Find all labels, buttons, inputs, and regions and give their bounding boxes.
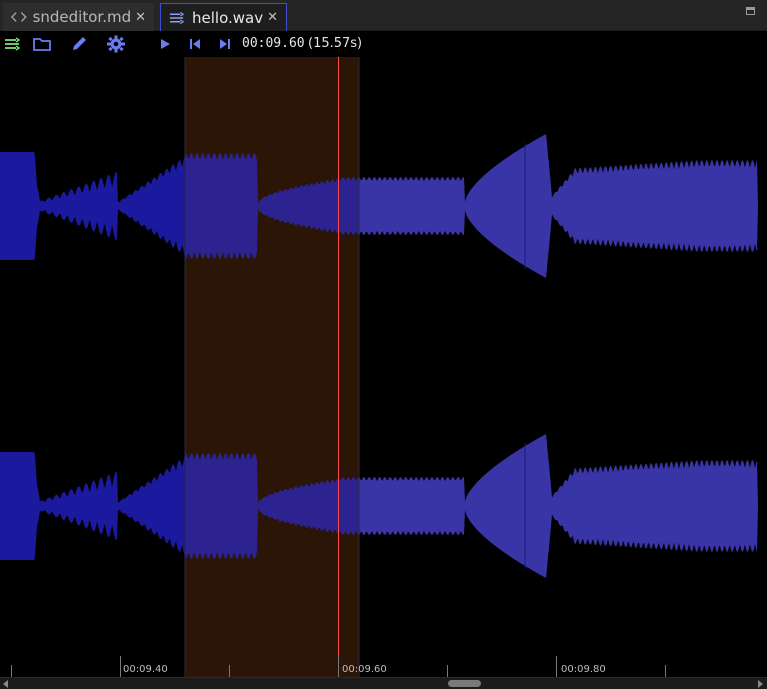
time-readout: 00:09.60	[242, 36, 305, 51]
waveform-segment	[359, 434, 760, 578]
sound-editor-window: sndeditor.md ✕ hello.wav ✕ 00:09.60 (15.…	[0, 0, 767, 689]
waveform-channel-left	[0, 134, 760, 278]
selection-region[interactable]	[185, 57, 359, 677]
audio-waves-icon	[169, 11, 185, 24]
maximize-icon[interactable]	[746, 7, 755, 15]
pencil-icon[interactable]	[69, 35, 89, 53]
ruler-label: 00:09.40	[123, 664, 168, 675]
waveform-area[interactable]	[0, 57, 767, 677]
horizontal-scrollbar[interactable]	[0, 677, 767, 689]
scrollbar-thumb[interactable]	[448, 680, 481, 687]
play-icon[interactable]	[155, 35, 175, 53]
waveform-segment	[0, 152, 185, 260]
skip-start-icon[interactable]	[185, 35, 205, 53]
scroll-right-arrow-icon[interactable]	[758, 680, 763, 688]
tab-label: hello.wav	[192, 8, 264, 27]
close-icon[interactable]: ✕	[135, 10, 146, 25]
scroll-left-arrow-icon[interactable]	[3, 680, 8, 688]
close-icon[interactable]: ✕	[267, 10, 278, 25]
ruler-label: 00:09.80	[561, 664, 606, 675]
waveform-segment	[359, 134, 760, 278]
waveform-segment	[0, 452, 185, 560]
tab-sndeditor-md[interactable]: sndeditor.md ✕	[3, 3, 154, 31]
folder-icon[interactable]	[32, 35, 52, 53]
gear-icon[interactable]	[106, 35, 126, 53]
ruler-label: 00:09.60	[342, 664, 387, 675]
tab-hello-wav[interactable]: hello.wav ✕	[160, 3, 287, 31]
tab-bar: sndeditor.md ✕ hello.wav ✕	[0, 0, 767, 31]
waveform-canvas[interactable]	[0, 57, 767, 677]
toolbar	[0, 31, 767, 57]
waveform-channel-right	[0, 434, 760, 578]
waves-tool-icon[interactable]	[3, 35, 23, 53]
tab-label: sndeditor.md	[32, 8, 132, 26]
code-icon	[11, 12, 27, 22]
skip-end-icon[interactable]	[215, 35, 235, 53]
duration-readout: (15.57s)	[308, 36, 363, 51]
